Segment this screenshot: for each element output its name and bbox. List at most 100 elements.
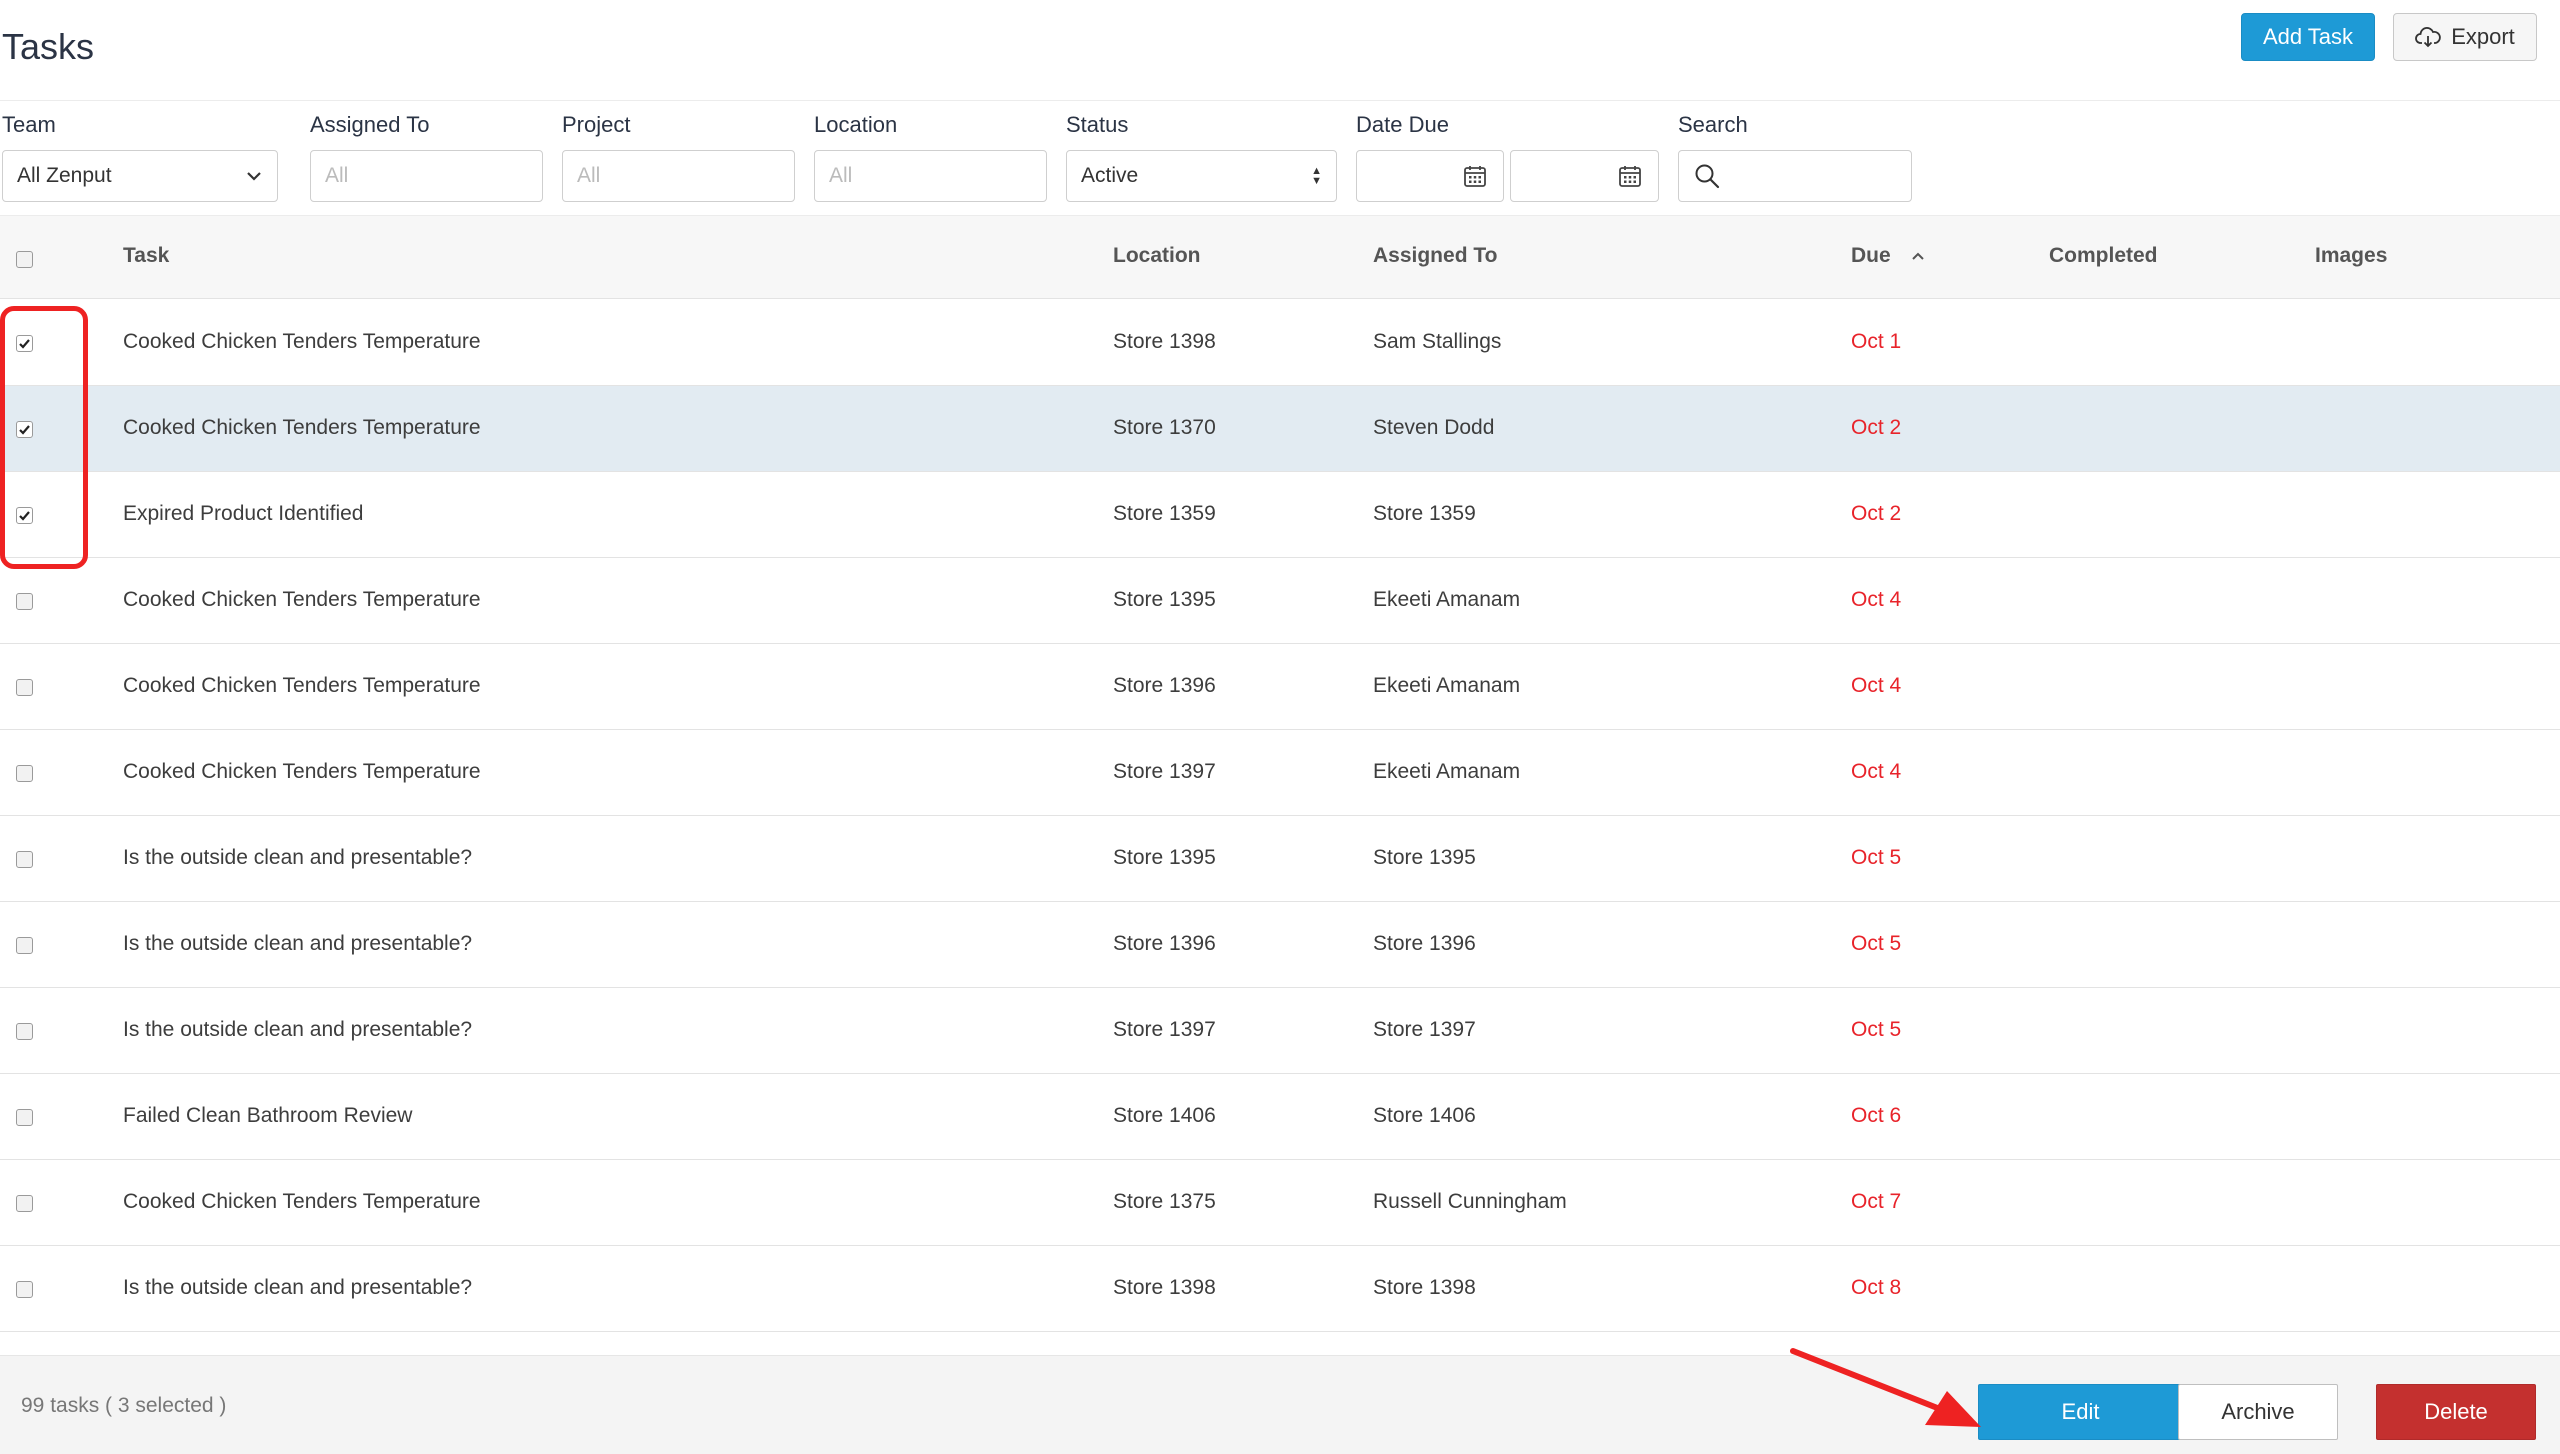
page-title: Tasks xyxy=(2,26,95,67)
due-date-cell: Oct 4 xyxy=(1851,674,1902,697)
row-checkbox[interactable] xyxy=(16,1281,33,1298)
table-row[interactable]: Expired Product Identified Store 1359 Stor… xyxy=(0,472,2560,558)
table-row[interactable]: Is the outside clean and presentable? Sto… xyxy=(0,1246,2560,1332)
status-select-value: Active xyxy=(1081,164,1139,187)
location-cell: Store 1396 xyxy=(1113,674,1216,697)
calendar-icon[interactable] xyxy=(1463,164,1487,188)
table-header: Task Location Assigned To Due Completed … xyxy=(0,215,2560,299)
location-cell: Store 1395 xyxy=(1113,846,1216,869)
task-name-cell[interactable]: Is the outside clean and presentable? xyxy=(123,846,472,870)
column-header-due[interactable]: Due xyxy=(1851,244,1925,268)
table-row[interactable]: Is the outside clean and presentable? Sto… xyxy=(0,902,2560,988)
assigned-to-filter-label: Assigned To xyxy=(310,112,430,137)
select-arrows-icon: ▲ ▼ xyxy=(1311,165,1322,187)
location-cell: Store 1396 xyxy=(1113,932,1216,955)
table-row[interactable]: Cooked Chicken Tenders Temperature Store … xyxy=(0,300,2560,386)
search-input[interactable] xyxy=(1678,150,1912,202)
assigned-to-cell: Store 1396 xyxy=(1373,932,1476,955)
row-checkbox[interactable] xyxy=(16,335,33,352)
task-name-cell[interactable]: Cooked Chicken Tenders Temperature xyxy=(123,416,481,440)
task-name-cell[interactable]: Cooked Chicken Tenders Temperature xyxy=(123,760,481,784)
calendar-icon[interactable] xyxy=(1618,164,1642,188)
table-row[interactable]: Cooked Chicken Tenders Temperature Store … xyxy=(0,644,2560,730)
task-count: 99 tasks ( 3 selected ) xyxy=(21,1394,227,1417)
location-cell: Store 1406 xyxy=(1113,1104,1216,1127)
row-checkbox[interactable] xyxy=(16,421,33,438)
due-date-cell: Oct 1 xyxy=(1851,330,1902,353)
assigned-to-cell: Steven Dodd xyxy=(1373,416,1495,439)
checkmark-icon xyxy=(19,511,30,521)
search-icon xyxy=(1695,164,1720,189)
column-header-due-label: Due xyxy=(1851,244,1891,267)
table-row[interactable]: Cooked Chicken Tenders Temperature Store … xyxy=(0,730,2560,816)
due-date-cell: Oct 5 xyxy=(1851,1018,1902,1041)
delete-button[interactable]: Delete xyxy=(2376,1384,2536,1440)
status-select[interactable]: Active ▲ ▼ xyxy=(1066,150,1337,202)
add-task-button[interactable]: Add Task xyxy=(2241,13,2375,61)
archive-button[interactable]: Archive xyxy=(2178,1384,2338,1440)
assigned-to-cell: Store 1359 xyxy=(1373,502,1476,525)
column-header-task[interactable]: Task xyxy=(123,244,169,268)
due-date-cell: Oct 8 xyxy=(1851,1276,1902,1299)
task-name-cell[interactable]: Cooked Chicken Tenders Temperature xyxy=(123,330,481,354)
column-header-assigned-to[interactable]: Assigned To xyxy=(1373,244,1497,268)
search-filter-label: Search xyxy=(1678,112,1748,137)
column-header-location[interactable]: Location xyxy=(1113,244,1201,268)
location-cell: Store 1359 xyxy=(1113,502,1216,525)
assigned-to-input[interactable]: All xyxy=(310,150,543,202)
task-name-cell[interactable]: Cooked Chicken Tenders Temperature xyxy=(123,588,481,612)
row-checkbox[interactable] xyxy=(16,593,33,610)
row-checkbox[interactable] xyxy=(16,507,33,524)
task-name-cell[interactable]: Failed Clean Bathroom Review xyxy=(123,1104,412,1128)
project-input[interactable]: All xyxy=(562,150,795,202)
location-filter-label: Location xyxy=(814,112,898,137)
due-date-cell: Oct 6 xyxy=(1851,1104,1902,1127)
task-name-cell[interactable]: Is the outside clean and presentable? xyxy=(123,1018,472,1042)
row-checkbox[interactable] xyxy=(16,1109,33,1126)
table-row[interactable]: Cooked Chicken Tenders Temperature Store … xyxy=(0,1160,2560,1246)
location-input[interactable]: All xyxy=(814,150,1047,202)
row-checkbox[interactable] xyxy=(16,765,33,782)
column-header-images[interactable]: Images xyxy=(2315,244,2387,268)
table-row[interactable]: Failed Clean Bathroom Review Store 1406 St… xyxy=(0,1074,2560,1160)
location-cell: Store 1398 xyxy=(1113,330,1216,353)
table-footer: 99 tasks ( 3 selected ) Edit Archive Del… xyxy=(0,1355,2560,1454)
team-select[interactable]: All Zenput xyxy=(2,150,278,202)
row-checkbox[interactable] xyxy=(16,851,33,868)
team-filter-label: Team xyxy=(2,112,56,137)
assigned-to-cell: Store 1398 xyxy=(1373,1276,1476,1299)
assigned-to-cell: Store 1395 xyxy=(1373,846,1476,869)
row-checkbox[interactable] xyxy=(16,1023,33,1040)
task-name-cell[interactable]: Cooked Chicken Tenders Temperature xyxy=(123,674,481,698)
location-cell: Store 1370 xyxy=(1113,416,1216,439)
assigned-to-cell: Ekeeti Amanam xyxy=(1373,588,1521,611)
export-button[interactable]: Export xyxy=(2393,13,2537,61)
due-date-cell: Oct 5 xyxy=(1851,846,1902,869)
select-all-checkbox[interactable] xyxy=(16,251,33,268)
chevron-down-icon xyxy=(247,172,261,181)
task-name-cell[interactable]: Cooked Chicken Tenders Temperature xyxy=(123,1190,481,1214)
date-due-end-input[interactable] xyxy=(1510,150,1659,202)
due-date-cell: Oct 4 xyxy=(1851,760,1902,783)
due-date-cell: Oct 5 xyxy=(1851,932,1902,955)
task-name-cell[interactable]: Is the outside clean and presentable? xyxy=(123,1276,472,1300)
table-row[interactable]: Cooked Chicken Tenders Temperature Store … xyxy=(0,386,2560,472)
edit-button[interactable]: Edit xyxy=(1978,1384,2183,1440)
column-header-completed[interactable]: Completed xyxy=(2049,244,2158,268)
date-due-start-input[interactable] xyxy=(1356,150,1504,202)
table-row[interactable]: Is the outside clean and presentable? Sto… xyxy=(0,816,2560,902)
project-filter-label: Project xyxy=(562,112,631,137)
table-row[interactable]: Is the outside clean and presentable? Sto… xyxy=(0,988,2560,1074)
location-cell: Store 1395 xyxy=(1113,588,1216,611)
task-name-cell[interactable]: Is the outside clean and presentable? xyxy=(123,932,472,956)
task-name-cell[interactable]: Expired Product Identified xyxy=(123,502,363,526)
row-checkbox[interactable] xyxy=(16,1195,33,1212)
row-checkbox[interactable] xyxy=(16,679,33,696)
assigned-to-cell: Ekeeti Amanam xyxy=(1373,760,1521,783)
checkmark-icon xyxy=(19,425,30,435)
table-row[interactable]: Cooked Chicken Tenders Temperature Store … xyxy=(0,558,2560,644)
location-cell: Store 1397 xyxy=(1113,760,1216,783)
row-checkbox[interactable] xyxy=(16,937,33,954)
caret-up-icon xyxy=(1911,252,1924,260)
due-date-cell: Oct 4 xyxy=(1851,588,1902,611)
